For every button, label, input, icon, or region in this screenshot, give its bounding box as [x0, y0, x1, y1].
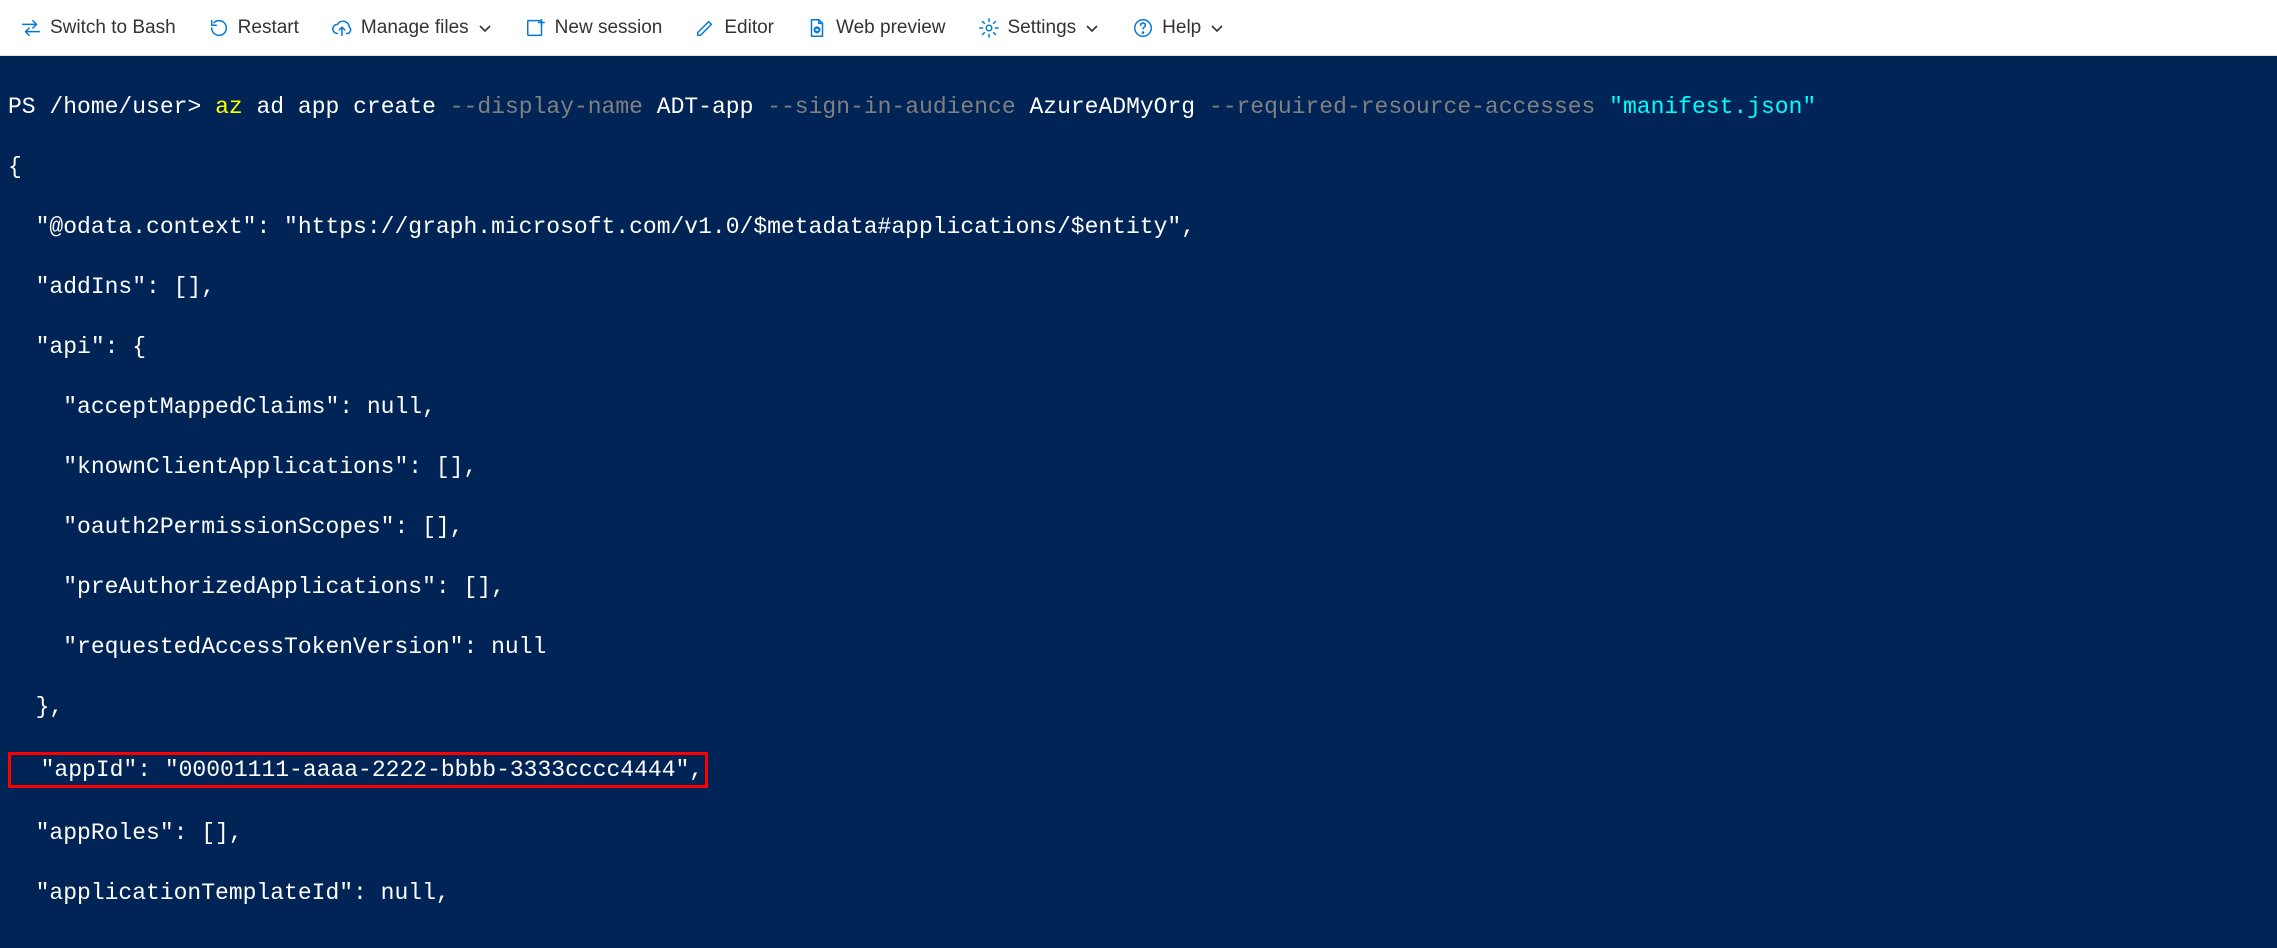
cmd-az: az — [215, 94, 243, 120]
help-label: Help — [1162, 17, 1201, 39]
opt-display-name: --display-name — [450, 94, 643, 120]
cmd-rest: ad app create — [243, 94, 450, 120]
opt-sign-in-audience: --sign-in-audience — [767, 94, 1015, 120]
editor-label: Editor — [724, 17, 774, 39]
output-line: "oauth2PermissionScopes": [], — [8, 512, 2269, 542]
restart-button[interactable]: Restart — [194, 8, 313, 48]
settings-button[interactable]: Settings — [964, 8, 1115, 48]
val-display-name: ADT-app — [643, 94, 767, 120]
opt-required-resource: --required-resource-accesses — [1209, 94, 1595, 120]
swap-icon — [20, 17, 42, 39]
val-sign-in-audience: AzureADMyOrg — [1016, 94, 1209, 120]
chevron-down-icon — [1084, 20, 1100, 36]
editor-button[interactable]: Editor — [680, 8, 788, 48]
output-line: "api": { — [8, 332, 2269, 362]
output-line: "requestedAccessTokenVersion": null — [8, 632, 2269, 662]
output-line: "acceptMappedClaims": null, — [8, 392, 2269, 422]
output-line: "preAuthorizedApplications": [], — [8, 572, 2269, 602]
new-session-label: New session — [555, 17, 663, 39]
manage-files-button[interactable]: Manage files — [317, 8, 507, 48]
output-line: { — [8, 152, 2269, 182]
terminal-output[interactable]: PS /home/user> az ad app create --displa… — [0, 56, 2277, 948]
prompt-prefix: PS — [8, 94, 49, 120]
restart-label: Restart — [238, 17, 299, 39]
help-icon — [1132, 17, 1154, 39]
new-session-icon — [525, 17, 547, 39]
help-button[interactable]: Help — [1118, 8, 1239, 48]
restart-icon — [208, 17, 230, 39]
chevron-down-icon — [477, 20, 493, 36]
manage-files-label: Manage files — [361, 17, 469, 39]
prompt-path: /home/user — [49, 94, 187, 120]
cloud-shell-toolbar: Switch to Bash Restart Manage files — [0, 0, 2277, 56]
command-line: PS /home/user> az ad app create --displa… — [8, 92, 2269, 122]
cloud-upload-icon — [331, 17, 353, 39]
settings-label: Settings — [1008, 17, 1077, 39]
web-preview-label: Web preview — [836, 17, 945, 39]
output-line: "knownClientApplications": [], — [8, 452, 2269, 482]
switch-to-bash-label: Switch to Bash — [50, 17, 176, 39]
web-preview-icon — [806, 17, 828, 39]
output-line: "addIns": [], — [8, 272, 2269, 302]
web-preview-button[interactable]: Web preview — [792, 8, 959, 48]
output-line: "@odata.context": "https://graph.microso… — [8, 212, 2269, 242]
app-id-highlight: "appId": "00001111-aaaa-2222-bbbb-3333cc… — [8, 752, 2269, 788]
switch-to-bash-button[interactable]: Switch to Bash — [6, 8, 190, 48]
output-line: }, — [8, 692, 2269, 722]
prompt-suffix: > — [187, 94, 201, 120]
app-id-line: "appId": "00001111-aaaa-2222-bbbb-3333cc… — [8, 752, 708, 788]
editor-icon — [694, 17, 716, 39]
output-line: "appRoles": [], — [8, 818, 2269, 848]
new-session-button[interactable]: New session — [511, 8, 677, 48]
output-line: "applicationTemplateId": null, — [8, 878, 2269, 908]
chevron-down-icon — [1209, 20, 1225, 36]
gear-icon — [978, 17, 1000, 39]
val-manifest: "manifest.json" — [1595, 94, 1816, 120]
